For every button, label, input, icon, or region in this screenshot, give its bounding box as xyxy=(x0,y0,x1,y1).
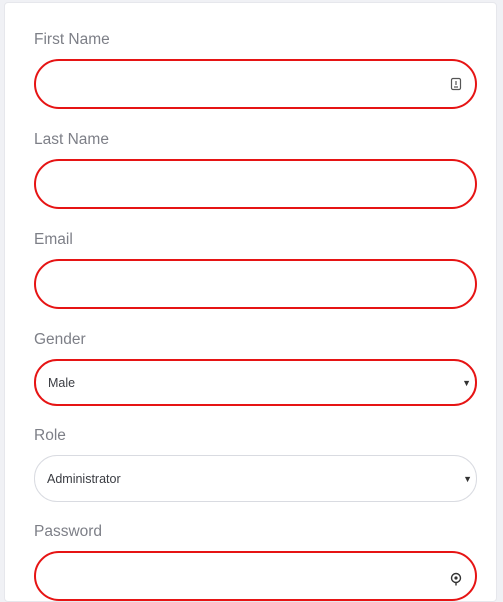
role-select[interactable]: Administrator ▼ xyxy=(34,455,477,502)
password-label: Password xyxy=(34,523,103,540)
key-icon[interactable] xyxy=(449,572,463,586)
email-input[interactable] xyxy=(34,259,477,309)
contact-card-icon[interactable] xyxy=(449,77,463,91)
gender-select[interactable]: Male ▼ xyxy=(34,359,477,406)
last-name-input[interactable] xyxy=(34,159,477,209)
email-label: Email xyxy=(34,231,73,248)
caret-down-icon: ▼ xyxy=(463,473,472,484)
caret-down-icon: ▼ xyxy=(462,377,471,388)
role-selected-value: Administrator xyxy=(47,471,121,486)
registration-form-card: First Name Last Name Email Gender Male ▼… xyxy=(4,2,497,602)
role-label: Role xyxy=(34,427,66,444)
gender-label: Gender xyxy=(34,331,86,348)
password-input[interactable] xyxy=(34,551,477,601)
gender-selected-value: Male xyxy=(48,375,76,390)
first-name-label: First Name xyxy=(34,31,110,48)
first-name-input[interactable] xyxy=(34,59,477,109)
last-name-label: Last Name xyxy=(34,131,109,148)
